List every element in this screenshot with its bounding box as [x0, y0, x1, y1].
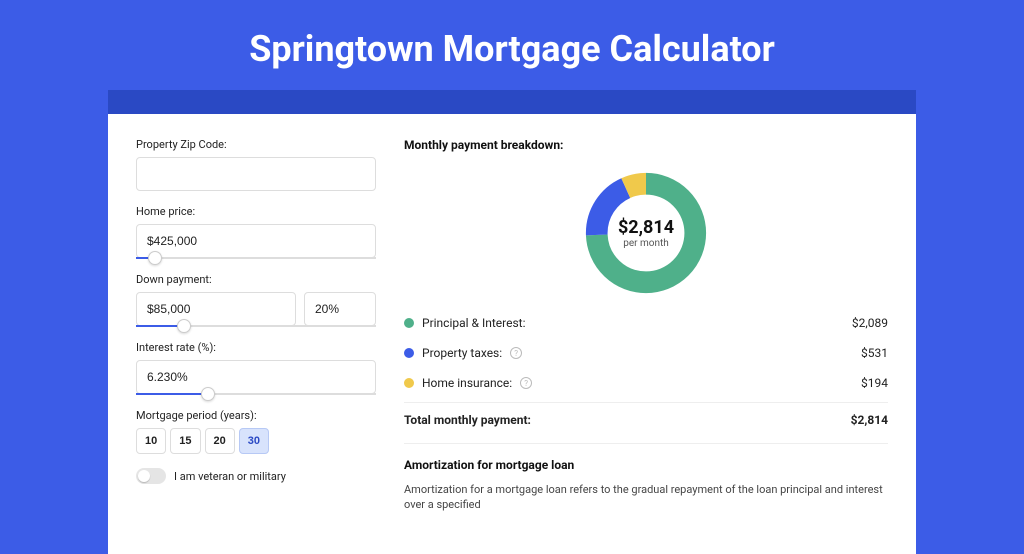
slider-thumb[interactable] — [177, 319, 191, 333]
legend-label: Property taxes: — [422, 346, 502, 360]
interest-group: Interest rate (%): — [136, 341, 376, 395]
period-group: Mortgage period (years): 10152030 — [136, 409, 376, 454]
legend-dot-icon — [404, 348, 414, 358]
legend-label: Home insurance: — [422, 376, 512, 390]
legend-dot-icon — [404, 318, 414, 328]
donut-chart: $2,814 per month — [404, 162, 888, 308]
amortization-section: Amortization for mortgage loan Amortizat… — [404, 443, 888, 513]
legend-row: Home insurance:? $194 — [404, 368, 888, 398]
form-column: Property Zip Code: Home price: Down paym… — [136, 138, 376, 554]
home-price-slider[interactable] — [136, 257, 376, 259]
total-row: Total monthly payment: $2,814 — [404, 402, 888, 435]
page-title: Springtown Mortgage Calculator — [0, 0, 1024, 90]
period-label: Mortgage period (years): — [136, 409, 376, 422]
zip-input[interactable] — [136, 157, 376, 191]
period-btn-10[interactable]: 10 — [136, 428, 166, 454]
down-payment-pct-input[interactable] — [304, 292, 376, 326]
veteran-toggle[interactable] — [136, 468, 166, 484]
legend-amount: $2,089 — [852, 316, 888, 330]
legend-label: Principal & Interest: — [422, 316, 526, 330]
zip-label: Property Zip Code: — [136, 138, 376, 151]
legend-dot-icon — [404, 378, 414, 388]
donut-sub: per month — [623, 238, 669, 249]
legend-row: Principal & Interest: $2,089 — [404, 308, 888, 338]
calculator-card: Property Zip Code: Home price: Down paym… — [108, 114, 916, 554]
banner-bar — [108, 90, 916, 114]
zip-group: Property Zip Code: — [136, 138, 376, 191]
down-payment-input[interactable] — [136, 292, 296, 326]
veteran-row: I am veteran or military — [136, 468, 376, 484]
interest-input[interactable] — [136, 360, 376, 394]
home-price-group: Home price: — [136, 205, 376, 259]
period-btn-30[interactable]: 30 — [239, 428, 269, 454]
legend-amount: $531 — [861, 346, 888, 360]
home-price-label: Home price: — [136, 205, 376, 218]
donut-amount: $2,814 — [618, 217, 674, 238]
total-label: Total monthly payment: — [404, 413, 531, 427]
legend-row: Property taxes:? $531 — [404, 338, 888, 368]
period-btn-20[interactable]: 20 — [205, 428, 235, 454]
period-btn-15[interactable]: 15 — [170, 428, 200, 454]
legend-amount: $194 — [861, 376, 888, 390]
amortization-body: Amortization for a mortgage loan refers … — [404, 482, 888, 513]
down-payment-label: Down payment: — [136, 273, 376, 286]
breakdown-column: Monthly payment breakdown: $2,814 per mo… — [404, 138, 888, 554]
interest-slider[interactable] — [136, 393, 376, 395]
legend-list: Principal & Interest: $2,089 Property taxe… — [404, 308, 888, 398]
period-options: 10152030 — [136, 428, 376, 454]
slider-thumb[interactable] — [148, 251, 162, 265]
slider-thumb[interactable] — [201, 387, 215, 401]
interest-label: Interest rate (%): — [136, 341, 376, 354]
veteran-label: I am veteran or military — [174, 470, 286, 483]
info-icon[interactable]: ? — [520, 377, 532, 389]
amortization-title: Amortization for mortgage loan — [404, 458, 888, 472]
down-payment-slider[interactable] — [136, 325, 376, 327]
info-icon[interactable]: ? — [510, 347, 522, 359]
home-price-input[interactable] — [136, 224, 376, 258]
total-amount: $2,814 — [851, 413, 888, 427]
down-payment-group: Down payment: — [136, 273, 376, 327]
breakdown-title: Monthly payment breakdown: — [404, 138, 888, 152]
